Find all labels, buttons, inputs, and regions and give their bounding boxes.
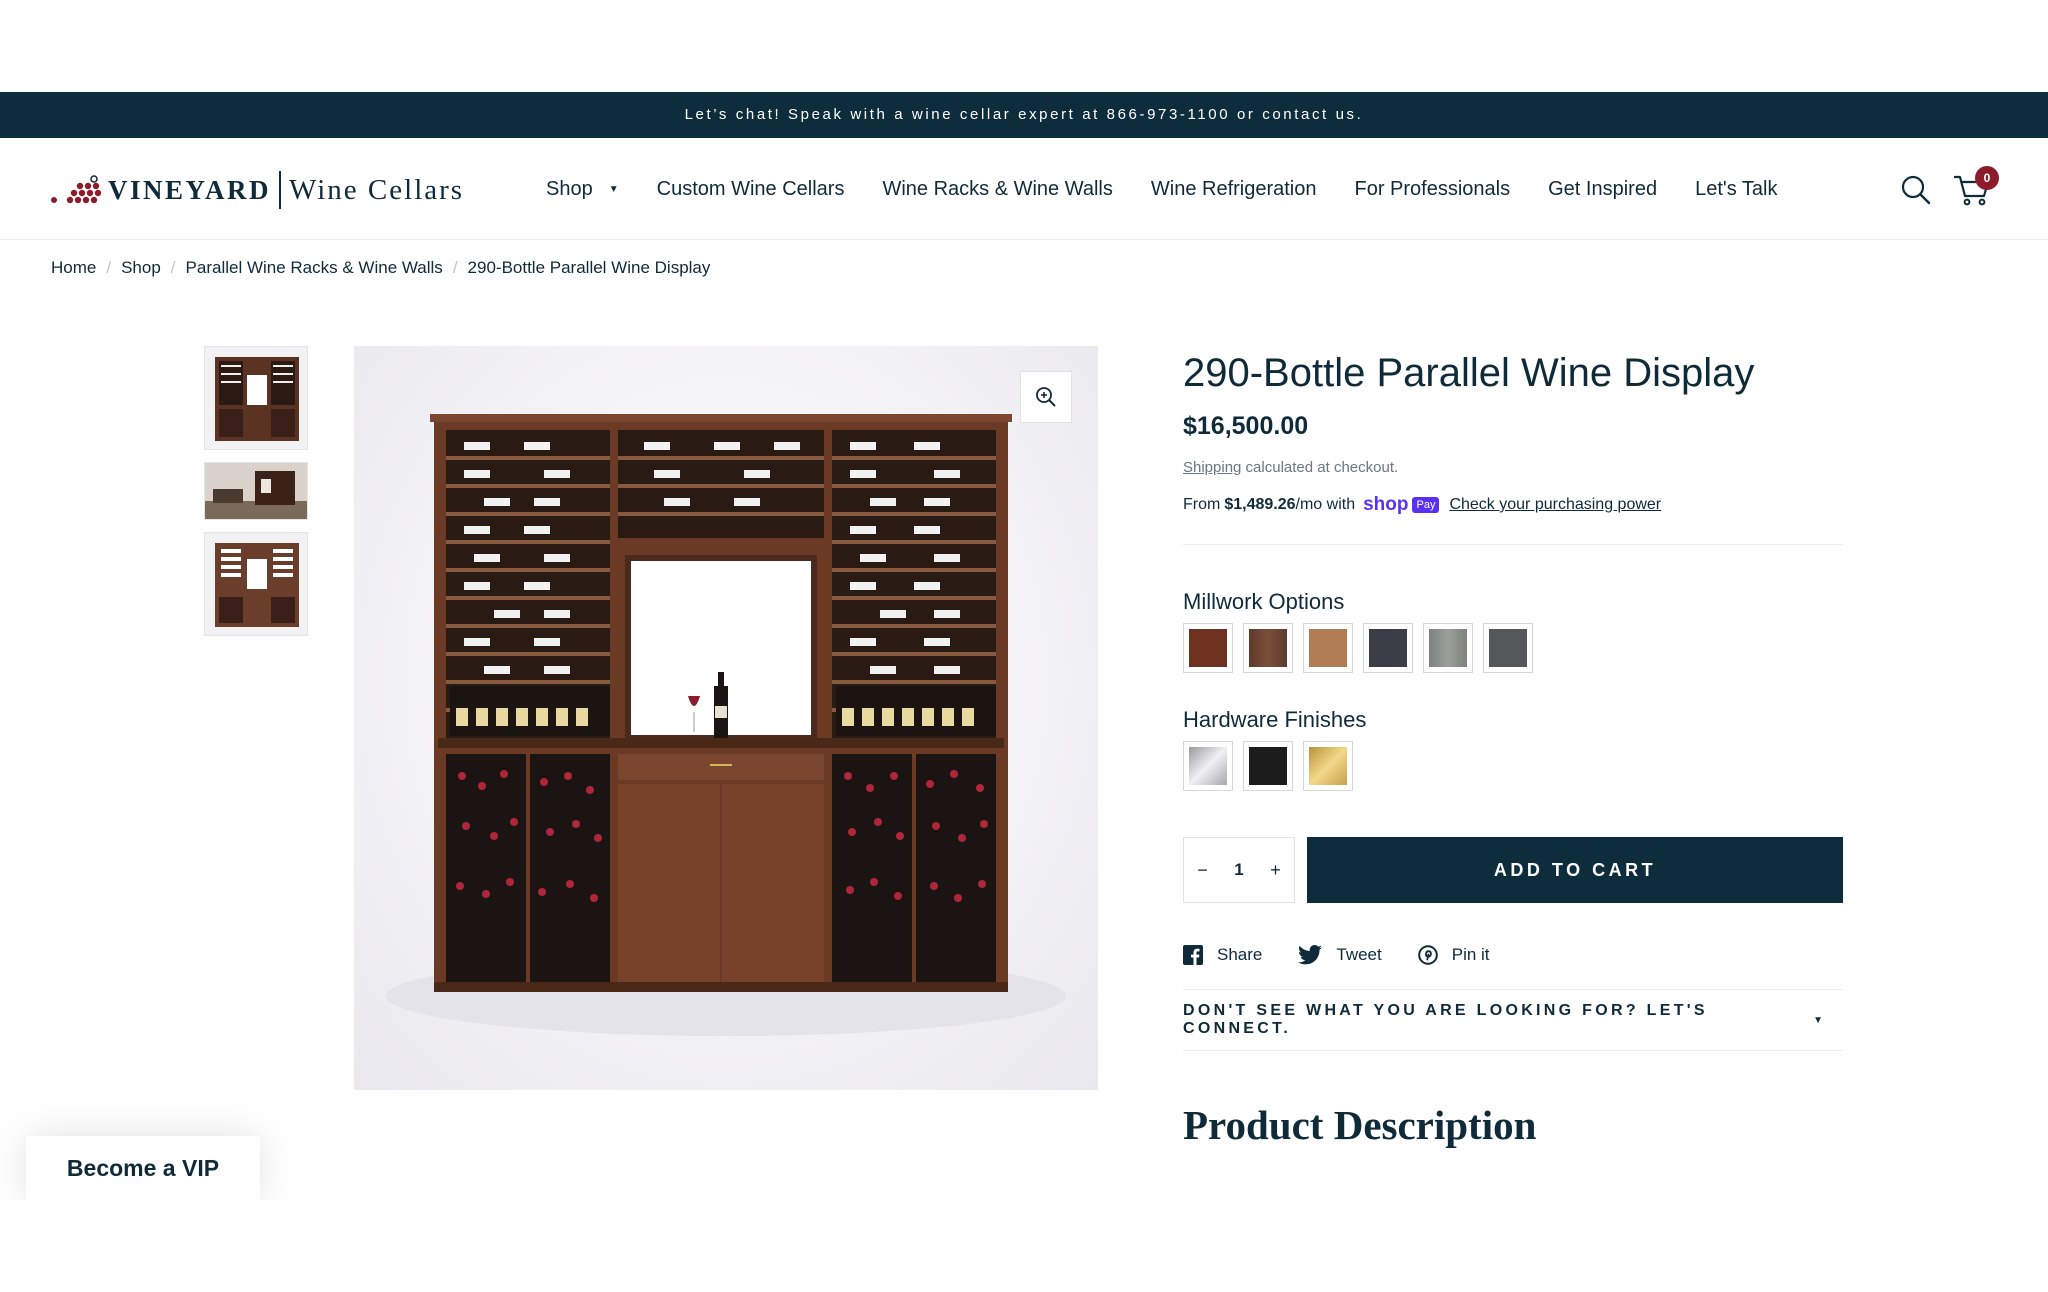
nav-item-wine-refrigeration[interactable]: Wine Refrigeration [1151, 178, 1317, 201]
shoppay-amount: $1,489.26 [1224, 496, 1296, 513]
hardware-swatches [1183, 741, 1843, 791]
thumbnail-gallery [204, 346, 308, 648]
social-share: Share Tweet Pin it [1183, 945, 1843, 965]
quantity-increase-button[interactable]: + [1270, 860, 1281, 881]
nav-item-lets-talk[interactable]: Let's Talk [1695, 178, 1777, 201]
facebook-icon [1183, 945, 1203, 965]
hardware-finishes-label: Hardware Finishes [1183, 707, 1367, 732]
breadcrumb-current: 290-Bottle Parallel Wine Display [467, 258, 711, 277]
twitter-icon [1298, 945, 1323, 965]
caret-down-icon: ▼ [608, 183, 619, 195]
cart-count-badge: 0 [1975, 166, 1999, 190]
millwork-swatch[interactable] [1423, 623, 1473, 673]
shoppay-prefix: From [1183, 496, 1221, 513]
become-vip-button[interactable]: Become a VIP [26, 1136, 260, 1200]
shipping-note: Shipping calculated at checkout. [1183, 459, 1843, 476]
page-bottom-area [0, 1200, 2048, 1292]
purchase-row: − 1 + ADD TO CART [1183, 837, 1843, 903]
wine-display-illustration [386, 414, 1066, 1036]
breadcrumb-separator: / [106, 258, 112, 277]
announcement-bar[interactable]: Let’s chat! Speak with a wine cellar exp… [0, 92, 2048, 138]
millwork-options-label: Millwork Options [1183, 589, 1345, 614]
shipping-text: calculated at checkout. [1241, 459, 1399, 476]
product-info: 290-Bottle Parallel Wine Display $16,500… [1183, 346, 1843, 1149]
breadcrumb-home[interactable]: Home [51, 258, 96, 278]
add-to-cart-button[interactable]: ADD TO CART [1307, 837, 1843, 903]
site-logo[interactable]: VINEYARD Wine Cellars [50, 168, 464, 212]
tweet-label: Tweet [1336, 945, 1382, 964]
product-price: $16,500.00 [1183, 412, 1309, 440]
product-title: 290-Bottle Parallel Wine Display [1183, 351, 1755, 395]
breadcrumb: Home / Shop / Parallel Wine Racks & Wine… [51, 258, 710, 278]
logo-word-wine-cellars: Wine Cellars [289, 173, 465, 206]
nav-item-label: Shop [546, 177, 593, 200]
shop-pay-installments: From $1,489.26 /mo with shop Pay Check y… [1183, 494, 1843, 545]
pin-label: Pin it [1451, 945, 1490, 964]
shipping-link[interactable]: Shipping [1183, 459, 1241, 476]
grapes-logo-icon [51, 175, 102, 204]
millwork-swatch[interactable] [1243, 623, 1293, 673]
pinterest-icon [1417, 945, 1438, 965]
share-pinterest-button[interactable]: Pin it [1417, 945, 1490, 965]
hardware-swatch[interactable] [1183, 741, 1233, 791]
caret-down-icon: ▼ [1813, 1014, 1823, 1026]
shop-pay-logo: shop [1363, 494, 1409, 515]
main-product-image[interactable] [354, 346, 1098, 1090]
share-facebook-button[interactable]: Share [1183, 945, 1262, 965]
share-label: Share [1217, 945, 1263, 964]
nav-item-wine-racks[interactable]: Wine Racks & Wine Walls [882, 178, 1112, 201]
logo-divider [279, 171, 282, 209]
hardware-swatch[interactable] [1303, 741, 1353, 791]
share-twitter-button[interactable]: Tweet [1298, 945, 1382, 965]
breadcrumb-separator: / [170, 258, 176, 277]
millwork-swatch[interactable] [1363, 623, 1413, 673]
purchasing-power-link[interactable]: Check your purchasing power [1449, 496, 1661, 514]
logo-word-vineyard: VINEYARD [108, 174, 272, 205]
breadcrumb-category[interactable]: Parallel Wine Racks & Wine Walls [186, 258, 443, 278]
zoom-in-icon [1036, 387, 1056, 407]
nav-item-get-inspired[interactable]: Get Inspired [1548, 178, 1657, 201]
main-nav: Shop ▼ Custom Wine Cellars Wine Racks & … [546, 138, 1815, 240]
hardware-swatch[interactable] [1243, 741, 1293, 791]
nav-item-shop[interactable]: Shop ▼ [546, 178, 619, 201]
millwork-swatch[interactable] [1303, 623, 1353, 673]
thumbnail-3[interactable] [204, 532, 308, 636]
accordion-label: DON'T SEE WHAT YOU ARE LOOKING FOR? LET'… [1183, 1002, 1708, 1037]
thumbnail-1[interactable] [204, 346, 308, 450]
product-description-heading: Product Description [1183, 1102, 1537, 1148]
quantity-value[interactable]: 1 [1234, 860, 1243, 880]
millwork-swatch[interactable] [1483, 623, 1533, 673]
nav-item-custom-wine-cellars[interactable]: Custom Wine Cellars [657, 178, 845, 201]
shop-pay-badge: Pay [1412, 497, 1440, 513]
breadcrumb-shop[interactable]: Shop [121, 258, 161, 278]
shoppay-suffix: /mo with [1295, 496, 1356, 513]
quantity-decrease-button[interactable]: − [1197, 860, 1208, 881]
zoom-button[interactable] [1020, 371, 1072, 423]
search-icon[interactable] [1900, 174, 1932, 206]
breadcrumb-separator: / [452, 258, 458, 277]
site-header: VINEYARD Wine Cellars Shop ▼ Custom Wine… [0, 138, 2048, 240]
millwork-swatch[interactable] [1183, 623, 1233, 673]
nav-item-for-professionals[interactable]: For Professionals [1355, 178, 1511, 201]
millwork-swatches [1183, 623, 1843, 673]
quantity-stepper: − 1 + [1183, 837, 1295, 903]
contact-accordion[interactable]: DON'T SEE WHAT YOU ARE LOOKING FOR? LET'… [1183, 989, 1843, 1051]
thumbnail-2[interactable] [204, 462, 308, 520]
